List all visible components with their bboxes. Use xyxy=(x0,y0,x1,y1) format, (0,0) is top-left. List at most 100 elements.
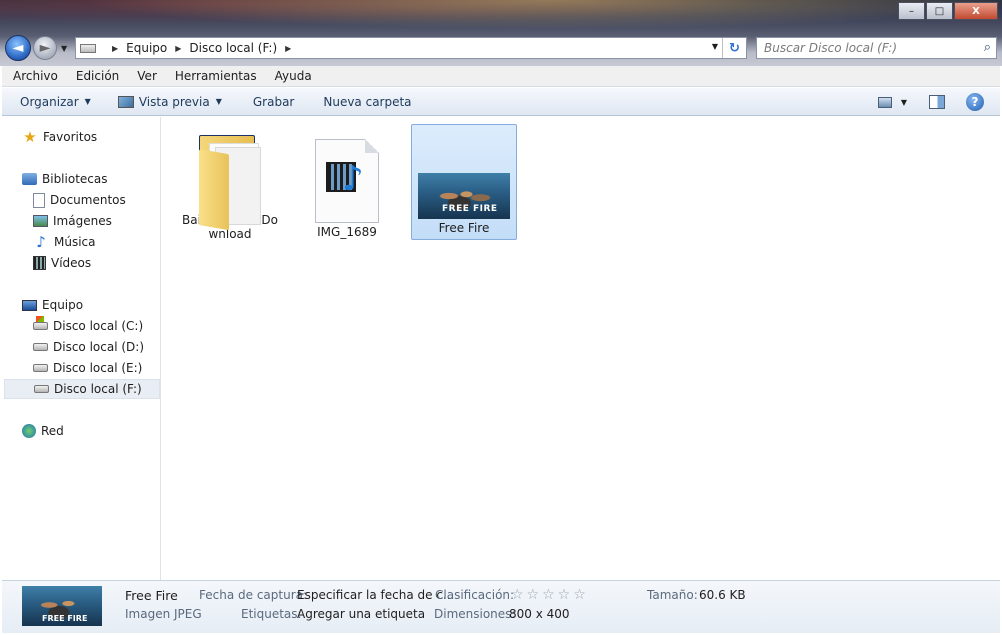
thumbnail-text: FREE FIRE xyxy=(42,614,88,623)
recent-pages-dropdown-icon[interactable]: ▼ xyxy=(61,44,67,53)
address-bar[interactable]: ▶ Equipo ▶ Disco local (F:) ▶ ▼ ↻ xyxy=(75,37,747,59)
sidebar-item-label: Documentos xyxy=(50,193,126,207)
forward-arrow-icon: ► xyxy=(39,40,51,56)
organize-label: Organizar xyxy=(20,94,79,109)
menu-archivo[interactable]: Archivo xyxy=(2,69,66,83)
details-thumbnail: FREE FIRE xyxy=(22,586,102,626)
maximize-button[interactable]: □ xyxy=(926,2,953,20)
sidebar-item-images[interactable]: Imágenes xyxy=(33,211,112,231)
sidebar-item-network[interactable]: Red xyxy=(22,421,64,441)
command-bar: Organizar ▼ Vista previa ▼ Grabar Nueva … xyxy=(2,88,1000,116)
drive-icon xyxy=(33,364,48,372)
sidebar-item-label: Favoritos xyxy=(43,130,98,144)
document-icon xyxy=(33,192,45,208)
tags-value[interactable]: Agregar una etiqueta xyxy=(297,607,425,621)
pictures-icon xyxy=(33,215,48,227)
chevron-down-icon: ▼ xyxy=(215,97,222,106)
burn-button[interactable]: Grabar xyxy=(231,91,304,113)
file-item-selected[interactable]: FREE FIRE Free Fire xyxy=(411,124,517,240)
breadcrumb-separator-icon[interactable]: ▶ xyxy=(285,44,291,53)
network-icon xyxy=(22,424,36,438)
preview-button[interactable]: Vista previa ▼ xyxy=(100,91,231,113)
sidebar-item-drive-c[interactable]: Disco local (C:) xyxy=(33,316,143,336)
computer-icon xyxy=(22,299,37,311)
sidebar-item-documents[interactable]: Documentos xyxy=(33,190,126,210)
help-icon[interactable]: ? xyxy=(966,93,984,111)
organize-button[interactable]: Organizar ▼ xyxy=(2,91,100,113)
image-thumbnail: FREE FIRE xyxy=(418,173,510,219)
sidebar-item-music[interactable]: ♪ Música xyxy=(33,232,96,252)
search-box[interactable]: ⌕ xyxy=(756,37,997,59)
sidebar-item-drive-d[interactable]: Disco local (D:) xyxy=(33,337,144,357)
window-title-bar: – □ X ◄ ► ▼ ▶ Equipo ▶ Disco local (F:) … xyxy=(0,0,1002,66)
breadcrumb-separator-icon[interactable]: ▶ xyxy=(112,44,118,53)
video-file-icon: ♪ xyxy=(315,139,379,223)
drive-icon xyxy=(34,385,49,393)
breadcrumb-equipo[interactable]: Equipo xyxy=(126,41,167,55)
menu-ayuda[interactable]: Ayuda xyxy=(265,69,320,83)
address-dropdown-icon[interactable]: ▼ xyxy=(712,42,718,51)
sidebar-item-label: Red xyxy=(41,424,64,438)
sidebar-item-label: Música xyxy=(54,235,96,249)
menu-ver[interactable]: Ver xyxy=(127,69,165,83)
breadcrumb-disco-f[interactable]: Disco local (F:) xyxy=(189,41,277,55)
rating-label: Clasificación: xyxy=(435,588,515,602)
details-pane: FREE FIRE Free Fire Imagen JPEG Fecha de… xyxy=(2,580,1000,633)
sidebar-item-drive-e[interactable]: Disco local (E:) xyxy=(33,358,142,378)
back-arrow-icon: ◄ xyxy=(12,40,24,56)
sidebar-item-label: Vídeos xyxy=(51,256,92,270)
back-button[interactable]: ◄ xyxy=(5,35,31,61)
window-controls: – □ X xyxy=(898,2,998,20)
sidebar-item-label: Equipo xyxy=(42,298,84,312)
change-view-button[interactable]: ▼ xyxy=(877,96,907,108)
file-item[interactable]: ♪ IMG_1689 xyxy=(294,125,400,241)
breadcrumb-separator-icon[interactable]: ▶ xyxy=(175,44,181,53)
details-file-type: Imagen JPEG xyxy=(125,607,202,621)
sidebar-item-label: Disco local (D:) xyxy=(53,340,145,354)
drive-icon xyxy=(33,343,48,351)
capture-date-label: Fecha de captura: xyxy=(199,588,308,602)
rating-stars[interactable]: ☆☆☆☆☆ xyxy=(511,587,589,603)
thumbnail-text: FREE FIRE xyxy=(442,204,498,214)
file-name: IMG_1689 xyxy=(317,225,377,239)
file-item[interactable]: BaiduNetdiskDownload xyxy=(177,125,283,241)
menu-herramientas[interactable]: Herramientas xyxy=(165,69,265,83)
preview-pane-icon[interactable] xyxy=(929,95,945,109)
close-button[interactable]: X xyxy=(954,2,998,20)
capture-date-value[interactable]: Especificar la fecha de c... xyxy=(297,588,454,602)
dimensions-label: Dimensiones: xyxy=(434,607,516,621)
size-label: Tamaño: xyxy=(647,588,698,602)
star-icon: ★ xyxy=(23,128,37,146)
minimize-button[interactable]: – xyxy=(898,2,925,20)
refresh-icon[interactable]: ↻ xyxy=(722,38,746,58)
navigation-pane: ★ Favoritos Bibliotecas Documentos Imáge… xyxy=(2,117,161,580)
navigation-row: ◄ ► ▼ ▶ Equipo ▶ Disco local (F:) ▶ ▼ ↻ … xyxy=(0,34,1002,62)
sidebar-item-favorites[interactable]: ★ Favoritos xyxy=(22,127,97,147)
sidebar-item-videos[interactable]: Vídeos xyxy=(33,253,91,273)
file-name: Free Fire xyxy=(438,221,490,235)
chevron-down-icon: ▼ xyxy=(84,97,91,106)
sidebar-item-libraries[interactable]: Bibliotecas xyxy=(22,169,107,189)
details-file-name: Free Fire xyxy=(125,588,178,603)
menu-edicion[interactable]: Edición xyxy=(66,69,127,83)
search-input[interactable] xyxy=(764,41,964,55)
file-list: BaiduNetdiskDownload ♪ IMG_1689 FREE FIR… xyxy=(162,117,1000,580)
music-note-icon: ♪ xyxy=(36,233,46,251)
new-folder-button[interactable]: Nueva carpeta xyxy=(303,91,420,113)
sidebar-item-label: Disco local (F:) xyxy=(54,382,142,396)
drive-icon xyxy=(80,43,96,53)
sidebar-item-label: Bibliotecas xyxy=(42,172,108,186)
sidebar-item-label: Imágenes xyxy=(53,214,112,228)
sidebar-item-label: Disco local (C:) xyxy=(53,319,144,333)
dimensions-value: 800 x 400 xyxy=(509,607,570,621)
forward-button[interactable]: ► xyxy=(33,36,57,60)
view-icon xyxy=(877,96,892,108)
sidebar-item-drive-f[interactable]: Disco local (F:) xyxy=(4,379,160,399)
preview-label: Vista previa xyxy=(138,94,210,109)
system-drive-icon xyxy=(33,316,48,330)
sidebar-item-computer[interactable]: Equipo xyxy=(22,295,83,315)
folder-icon xyxy=(195,129,265,231)
libraries-icon xyxy=(22,173,37,185)
view-controls: ▼ ? xyxy=(877,88,1000,116)
search-icon[interactable]: ⌕ xyxy=(984,40,991,55)
